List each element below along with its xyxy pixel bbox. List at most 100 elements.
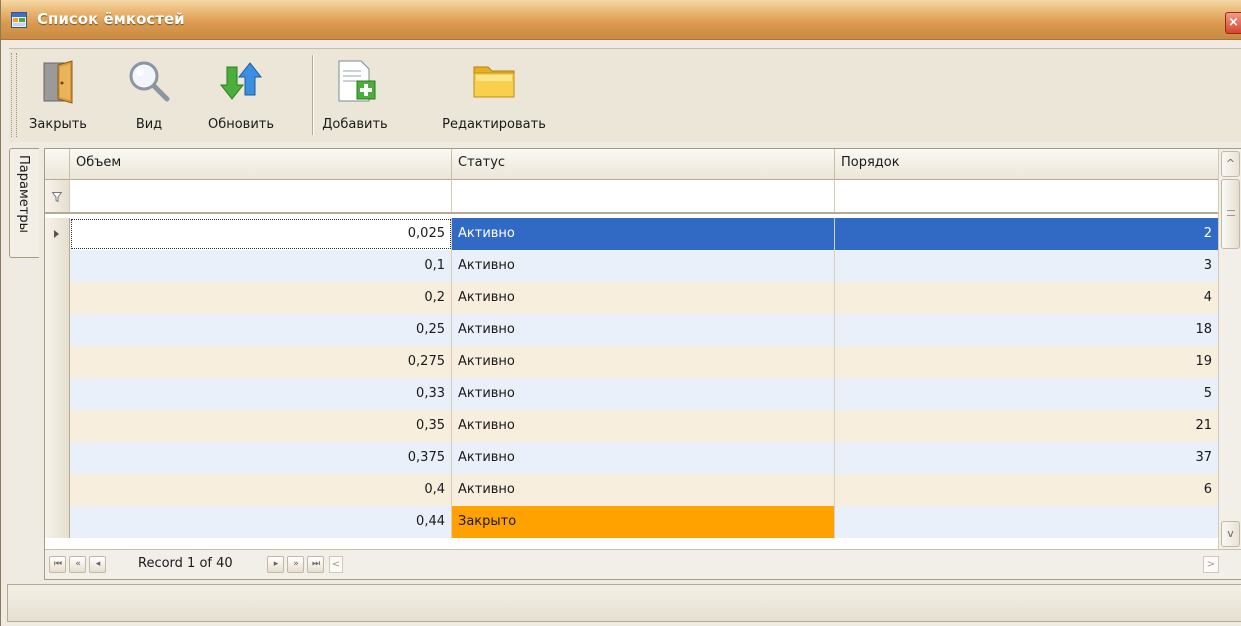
- cell-order[interactable]: 19: [835, 346, 1218, 378]
- vertical-scrollbar[interactable]: ^ v: [1218, 149, 1241, 549]
- cell-order[interactable]: 4: [835, 282, 1218, 314]
- status-bar: [7, 584, 1241, 622]
- scroll-thumb[interactable]: [1221, 179, 1240, 249]
- scroll-left-button[interactable]: <: [329, 556, 343, 573]
- filter-order-input[interactable]: [835, 180, 1218, 212]
- cell-volume[interactable]: 0,2: [70, 282, 452, 314]
- row-indicator[interactable]: [45, 346, 70, 378]
- filter-funnel-icon: [52, 192, 62, 202]
- folder-edit-icon: [473, 66, 515, 98]
- row-indicator[interactable]: [45, 506, 70, 538]
- row-indicator[interactable]: [45, 378, 70, 410]
- first-record-button[interactable]: ⏮: [49, 556, 66, 573]
- cell-volume[interactable]: 0,35: [70, 410, 452, 442]
- table-row[interactable]: 0,1 Активно 3: [45, 250, 1218, 282]
- title-bar[interactable]: Список ёмкостей ×: [1, 0, 1241, 40]
- cell-order[interactable]: [835, 506, 1218, 538]
- cell-order[interactable]: 2: [835, 218, 1218, 250]
- toolbar: Закрыть Вид Обновить Добавить Редактиров…: [9, 48, 1241, 142]
- table-row[interactable]: 0,375 Активно 37: [45, 442, 1218, 474]
- cell-status[interactable]: Активно: [452, 474, 835, 506]
- cell-volume[interactable]: 0,275: [70, 346, 452, 378]
- cell-order[interactable]: 18: [835, 314, 1218, 346]
- row-indicator[interactable]: [45, 314, 70, 346]
- cell-order[interactable]: 3: [835, 250, 1218, 282]
- record-navigator: ⏮ « ◂ Record 1 of 40 ▸ » ⏭ < >: [45, 549, 1241, 579]
- table-row[interactable]: 0,275 Активно 19: [45, 346, 1218, 378]
- grip-icon: [1227, 210, 1235, 216]
- column-header-order[interactable]: Порядок: [835, 149, 1218, 180]
- close-button-label: Закрыть: [29, 117, 87, 132]
- table-row[interactable]: 0,44 Закрыто: [45, 506, 1218, 538]
- next-record-button[interactable]: ▸: [267, 556, 284, 573]
- cell-volume[interactable]: 0,25: [70, 314, 452, 346]
- close-window-button[interactable]: ×: [1225, 12, 1241, 34]
- cell-status[interactable]: Закрыто: [452, 506, 835, 538]
- parameters-side-tab[interactable]: Параметры: [9, 148, 39, 258]
- refresh-arrows-icon: [219, 62, 263, 100]
- table-row[interactable]: 0,25 Активно 18: [45, 314, 1218, 346]
- cell-order[interactable]: 6: [835, 474, 1218, 506]
- cell-status[interactable]: Активно: [452, 346, 835, 378]
- cell-volume[interactable]: 0,025: [70, 218, 452, 250]
- cell-volume[interactable]: 0,4: [70, 474, 452, 506]
- add-button[interactable]: Добавить: [314, 49, 396, 143]
- refresh-button[interactable]: Обновить: [201, 49, 281, 143]
- add-document-icon: [338, 60, 376, 102]
- filter-row-indicator: [45, 180, 70, 212]
- current-row-arrow-icon: [54, 230, 59, 238]
- cell-status[interactable]: Активно: [452, 218, 835, 250]
- add-button-label: Добавить: [322, 117, 388, 132]
- scroll-down-button[interactable]: v: [1221, 521, 1240, 547]
- previous-record-button[interactable]: ◂: [89, 556, 106, 573]
- cell-status[interactable]: Активно: [452, 314, 835, 346]
- filter-volume-input[interactable]: [70, 180, 452, 212]
- column-header-volume[interactable]: Объем: [70, 149, 452, 180]
- cell-order[interactable]: 5: [835, 378, 1218, 410]
- cell-order[interactable]: 37: [835, 442, 1218, 474]
- row-indicator[interactable]: [45, 250, 70, 282]
- scroll-up-button[interactable]: ^: [1221, 151, 1240, 177]
- row-indicator[interactable]: [45, 410, 70, 442]
- column-header-status[interactable]: Статус: [452, 149, 835, 180]
- filter-status-input[interactable]: [452, 180, 835, 212]
- table-row[interactable]: 0,33 Активно 5: [45, 378, 1218, 410]
- cell-volume[interactable]: 0,44: [70, 506, 452, 538]
- cell-status[interactable]: Активно: [452, 442, 835, 474]
- view-button[interactable]: Вид: [127, 49, 171, 143]
- cell-status[interactable]: Активно: [452, 282, 835, 314]
- cell-status[interactable]: Активно: [452, 378, 835, 410]
- close-button[interactable]: Закрыть: [23, 49, 93, 143]
- previous-page-button[interactable]: «: [69, 556, 86, 573]
- view-button-label: Вид: [135, 117, 163, 132]
- last-record-button[interactable]: ⏭: [307, 556, 324, 573]
- header-corner: [45, 149, 70, 180]
- cell-status[interactable]: Активно: [452, 250, 835, 282]
- cell-volume[interactable]: 0,1: [70, 250, 452, 282]
- magnifier-icon: [129, 61, 170, 102]
- door-exit-icon: [43, 60, 73, 104]
- edit-button-label: Редактировать: [442, 117, 546, 132]
- main-window: Список ёмкостей × Закрыть Вид Обновить Д…: [0, 0, 1241, 626]
- table-row[interactable]: 0,2 Активно 4: [45, 282, 1218, 314]
- next-page-button[interactable]: »: [287, 556, 304, 573]
- row-indicator[interactable]: [45, 442, 70, 474]
- table-row[interactable]: 0,35 Активно 21: [45, 410, 1218, 442]
- edit-button[interactable]: Редактировать: [424, 49, 564, 143]
- record-counter: Record 1 of 40: [138, 556, 233, 571]
- window-app-icon: [11, 12, 27, 28]
- row-indicator[interactable]: [45, 282, 70, 314]
- data-grid: Объем Статус Порядок 0,025 Активно 2 0,1…: [44, 148, 1241, 580]
- table-row[interactable]: 0,025 Активно 2: [45, 218, 1218, 250]
- row-indicator[interactable]: [45, 218, 70, 250]
- toolbar-grip[interactable]: [11, 53, 17, 137]
- scroll-right-button[interactable]: >: [1203, 556, 1219, 573]
- cell-volume[interactable]: 0,375: [70, 442, 452, 474]
- cell-order[interactable]: 21: [835, 410, 1218, 442]
- table-row[interactable]: 0,4 Активно 6: [45, 474, 1218, 506]
- window-title: Список ёмкостей: [37, 10, 185, 28]
- row-indicator[interactable]: [45, 474, 70, 506]
- parameters-tab-label: Параметры: [16, 155, 31, 233]
- cell-status[interactable]: Активно: [452, 410, 835, 442]
- cell-volume[interactable]: 0,33: [70, 378, 452, 410]
